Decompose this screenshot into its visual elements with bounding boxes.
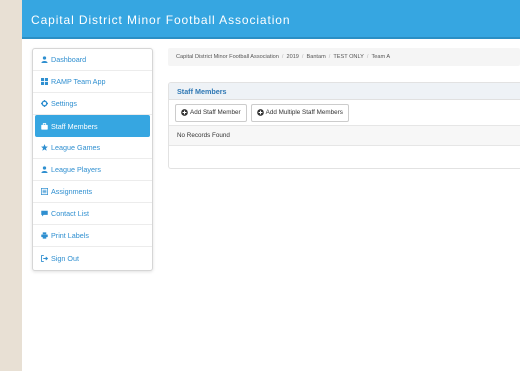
sidebar: Dashboard RAMP Team App Settings Staff M… [32, 48, 153, 271]
sidebar-item-label: Print Labels [51, 231, 89, 240]
staff-members-panel: Staff Members Add Staff Member Add Multi… [168, 82, 520, 169]
list-icon [40, 188, 48, 196]
plus-circle-icon [256, 109, 264, 116]
page-left-margin [0, 0, 22, 371]
plus-circle-icon [181, 109, 188, 116]
sidebar-item-contact-list[interactable]: Contact List [33, 203, 152, 225]
breadcrumb: Capital District Minor Football Associat… [168, 48, 520, 66]
star-icon [40, 144, 48, 152]
sidebar-item-sign-out[interactable]: Sign Out [33, 247, 152, 269]
breadcrumb-separator: / [366, 54, 369, 60]
sidebar-item-label: RAMP Team App [51, 77, 106, 86]
sidebar-item-label: Sign Out [51, 253, 79, 263]
sidebar-item-print-labels[interactable]: Print Labels [33, 225, 152, 247]
breadcrumb-item-league[interactable]: TEST ONLY [333, 54, 364, 60]
breadcrumb-item-year[interactable]: 2019 [286, 54, 298, 60]
add-multiple-staff-members-label: Add Multiple Staff Members [265, 109, 343, 116]
gear-icon [40, 100, 48, 108]
sidebar-item-league-players[interactable]: League Players [33, 159, 152, 181]
add-staff-member-label: Add Staff Member [190, 109, 241, 116]
user-icon [40, 166, 48, 174]
sign-out-icon [40, 254, 48, 262]
top-navbar: Capital District Minor Football Associat… [22, 0, 520, 39]
briefcase-icon [40, 122, 48, 130]
panel-title: Staff Members [169, 83, 520, 100]
comment-icon [40, 210, 48, 218]
sidebar-item-dashboard[interactable]: Dashboard [33, 49, 152, 71]
breadcrumb-separator: / [281, 54, 284, 60]
breadcrumb-separator: / [301, 54, 304, 60]
breadcrumb-item-division[interactable]: Bantam [306, 54, 325, 60]
empty-state-message: No Records Found [169, 126, 520, 146]
user-icon [40, 56, 48, 64]
grid-icon [40, 78, 48, 86]
add-multiple-staff-members-button[interactable]: Add Multiple Staff Members [250, 103, 349, 122]
sidebar-item-league-games[interactable]: League Games [33, 137, 152, 159]
sidebar-item-settings[interactable]: Settings [33, 93, 152, 115]
sidebar-item-label: Dashboard [51, 55, 87, 64]
breadcrumb-separator: / [328, 54, 331, 60]
sidebar-item-label: Settings [51, 99, 77, 108]
sidebar-item-label: Assignments [51, 187, 93, 196]
app-title[interactable]: Capital District Minor Football Associat… [31, 13, 290, 27]
sidebar-item-label: Staff Members [51, 121, 98, 131]
sidebar-item-assignments[interactable]: Assignments [33, 181, 152, 203]
sidebar-item-label: League Games [51, 143, 101, 152]
page: Capital District Minor Football Associat… [22, 0, 520, 371]
sidebar-item-ramp-team-app[interactable]: RAMP Team App [33, 71, 152, 93]
add-staff-member-button[interactable]: Add Staff Member [175, 103, 247, 122]
print-icon [40, 232, 48, 240]
sidebar-item-label: League Players [51, 165, 101, 174]
sidebar-item-label: Contact List [51, 209, 89, 218]
breadcrumb-item-team: Team A [371, 54, 391, 60]
breadcrumb-item-association[interactable]: Capital District Minor Football Associat… [176, 54, 279, 60]
sidebar-item-staff-members[interactable]: Staff Members [35, 115, 150, 137]
panel-toolbar: Add Staff Member Add Multiple Staff Memb… [169, 100, 520, 126]
